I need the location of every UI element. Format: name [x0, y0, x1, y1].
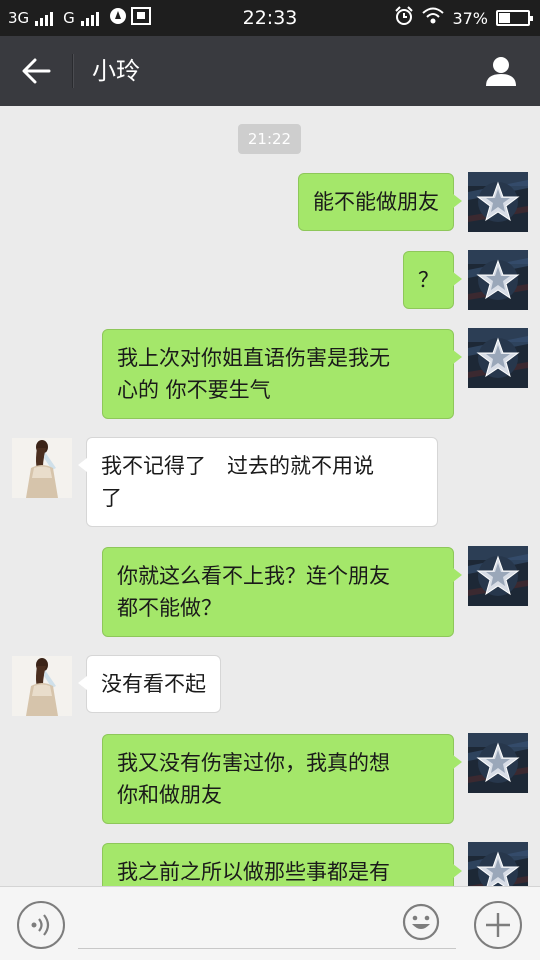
incoming-message[interactable]: 我不记得了 过去的就不用说 了 — [78, 437, 438, 527]
message-text-line: 我之前之所以做那些事都是有 — [117, 860, 390, 884]
voice-button[interactable] — [17, 901, 65, 949]
outgoing-message[interactable]: 我又没有伤害过你，我真的想 你和做朋友 — [102, 734, 462, 824]
message-text: 没有看不起 — [101, 672, 206, 696]
my-avatar[interactable] — [468, 733, 528, 793]
emoji-button[interactable] — [402, 903, 440, 941]
battery-percent: 37% — [452, 8, 488, 28]
battery-icon — [496, 10, 533, 26]
chat-header: 小玲 — [0, 36, 540, 106]
message-text-line: 都不能做？ — [117, 596, 222, 620]
chat-info-button[interactable] — [480, 50, 522, 92]
my-avatar[interactable] — [468, 546, 528, 606]
message-text-line: 我又没有伤害过你，我真的想 — [117, 751, 390, 775]
input-bar — [0, 886, 540, 960]
outgoing-message[interactable]: 能不能做朋友 — [298, 173, 462, 231]
message-text-line: 我不记得了 过去的就不用说 — [101, 454, 374, 478]
message-text-line: 你就这么看不上我？连个朋友 — [117, 564, 390, 588]
message-text-line: 了 — [101, 486, 122, 510]
outgoing-message[interactable]: 你就这么看不上我？连个朋友 都不能做？ — [102, 547, 462, 637]
contact-avatar[interactable] — [12, 656, 72, 716]
header-divider — [72, 54, 73, 88]
my-avatar[interactable] — [468, 328, 528, 388]
page-title: 小玲 — [92, 57, 140, 85]
message-text-line: 我上次对你姐直语伤害是我无 — [117, 346, 390, 370]
message-input[interactable] — [78, 901, 456, 949]
back-button[interactable] — [14, 51, 58, 91]
contact-avatar[interactable] — [12, 438, 72, 498]
outgoing-message[interactable]: 我之前之所以做那些事都是有 — [102, 843, 462, 886]
voice-icon — [31, 914, 50, 936]
outgoing-message[interactable]: 我上次对你姐直语伤害是我无 心的 你不要生气 — [102, 329, 462, 419]
plus-icon — [486, 913, 510, 937]
my-avatar[interactable] — [468, 172, 528, 232]
more-button[interactable] — [474, 901, 522, 949]
emoji-icon — [402, 903, 440, 941]
alarm-icon — [394, 6, 414, 30]
arrow-left-icon — [22, 58, 51, 84]
message-list[interactable]: 21:22 能不能做朋友 ？ 我上次对你姐直语伤害是我无 心的 你不要生气 我不… — [0, 106, 540, 886]
incoming-message[interactable]: 没有看不起 — [78, 655, 221, 713]
person-icon — [486, 57, 516, 86]
status-right: 37% — [394, 0, 533, 36]
my-avatar[interactable] — [468, 842, 528, 886]
message-timestamp: 21:22 — [238, 124, 301, 154]
message-text: ？ — [418, 268, 439, 292]
my-avatar[interactable] — [468, 250, 528, 310]
wifi-icon — [422, 7, 445, 29]
message-text: 能不能做朋友 — [313, 190, 439, 214]
outgoing-message[interactable]: ？ — [403, 251, 462, 309]
status-bar: 3G G 22:33 37% — [0, 0, 540, 36]
message-text-line: 你和做朋友 — [117, 783, 222, 807]
message-text-line: 心的 你不要生气 — [117, 378, 271, 402]
